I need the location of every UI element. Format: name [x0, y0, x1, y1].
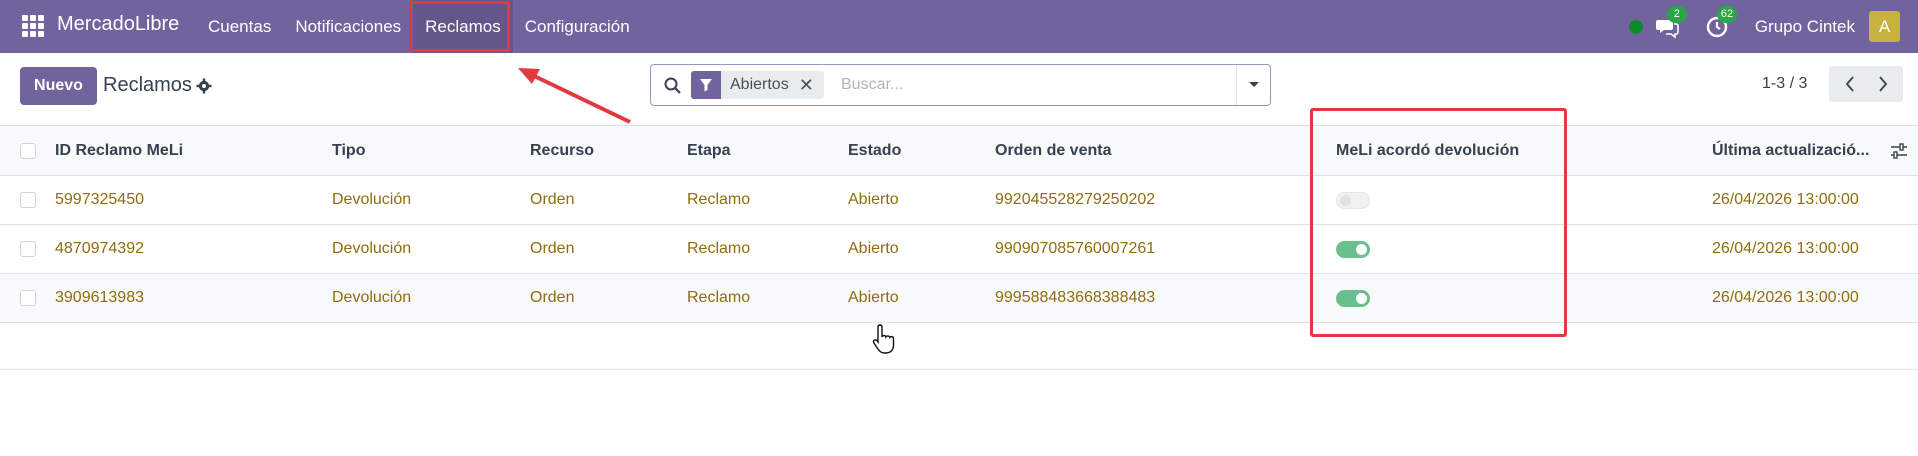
- column-header-actualizacion[interactable]: Última actualizació...: [1712, 126, 1869, 175]
- cell-actualizacion[interactable]: 26/04/2026 13:00:00: [1712, 274, 1859, 322]
- cell-id[interactable]: 3909613983: [55, 274, 144, 322]
- cell-orden[interactable]: 990907085760007261: [995, 225, 1155, 273]
- company-switcher[interactable]: Grupo Cintek: [1755, 17, 1855, 37]
- cell-orden[interactable]: 992045528279250202: [995, 176, 1155, 224]
- cell-actualizacion[interactable]: 26/04/2026 13:00:00: [1712, 225, 1859, 273]
- search-bar: Abiertos ✕: [650, 64, 1271, 106]
- column-header-id[interactable]: ID Reclamo MeLi: [55, 126, 183, 175]
- cell-orden[interactable]: 999588483668388483: [995, 274, 1155, 322]
- messages-badge: 2: [1666, 5, 1687, 23]
- search-input[interactable]: [841, 73, 1241, 97]
- chevron-right-icon: [1878, 76, 1887, 92]
- hand-cursor-icon: [872, 324, 895, 354]
- cell-recurso[interactable]: Orden: [530, 225, 574, 273]
- cell-id[interactable]: 5997325450: [55, 176, 144, 224]
- column-header-etapa[interactable]: Etapa: [687, 126, 731, 175]
- chevron-left-icon: [1845, 76, 1854, 92]
- table-row[interactable]: 5997325450 Devolución Orden Reclamo Abie…: [0, 176, 1918, 225]
- cell-tipo[interactable]: Devolución: [332, 225, 411, 273]
- gear-icon[interactable]: [196, 78, 212, 94]
- cell-etapa[interactable]: Reclamo: [687, 225, 750, 273]
- messages-icon[interactable]: 2: [1655, 5, 1687, 39]
- column-header-estado[interactable]: Estado: [848, 126, 901, 175]
- search-facet: Abiertos ✕: [691, 71, 824, 99]
- table-header: ID Reclamo MeLi Tipo Recurso Etapa Estad…: [0, 126, 1918, 176]
- row-checkbox[interactable]: [20, 192, 36, 208]
- annotation-arrow-icon: [518, 68, 631, 124]
- cell-etapa[interactable]: Reclamo: [687, 274, 750, 322]
- page-title: Reclamos: [103, 74, 192, 96]
- new-button[interactable]: Nuevo: [20, 67, 97, 105]
- apps-menu-icon[interactable]: [22, 15, 44, 37]
- column-header-orden[interactable]: Orden de venta: [995, 126, 1111, 175]
- facet-label: Abiertos: [730, 76, 789, 93]
- facet-close-icon[interactable]: ✕: [799, 75, 824, 96]
- optional-columns-icon[interactable]: [1890, 143, 1908, 159]
- app-brand[interactable]: MercadoLibre: [57, 13, 179, 36]
- column-header-tipo[interactable]: Tipo: [332, 126, 365, 175]
- cell-actualizacion[interactable]: 26/04/2026 13:00:00: [1712, 176, 1859, 224]
- cell-recurso[interactable]: Orden: [530, 274, 574, 322]
- pager-value[interactable]: 1-3 / 3: [1762, 75, 1807, 93]
- filter-icon: [691, 71, 721, 99]
- search-icon[interactable]: [663, 76, 683, 96]
- nav-item-cuentas[interactable]: Cuentas: [196, 0, 283, 53]
- activities-badge: 62: [1716, 5, 1738, 23]
- nav-item-notificaciones[interactable]: Notificaciones: [283, 0, 413, 53]
- cell-estado[interactable]: Abierto: [848, 176, 899, 224]
- cell-tipo[interactable]: Devolución: [332, 274, 411, 322]
- select-all-checkbox[interactable]: [20, 143, 36, 159]
- cell-recurso[interactable]: Orden: [530, 176, 574, 224]
- cell-estado[interactable]: Abierto: [848, 225, 899, 273]
- cell-etapa[interactable]: Reclamo: [687, 176, 750, 224]
- annotation-box-devolucion: [1310, 108, 1567, 337]
- presence-status-icon: [1628, 19, 1643, 34]
- cell-tipo[interactable]: Devolución: [332, 176, 411, 224]
- table-row[interactable]: 3909613983 Devolución Orden Reclamo Abie…: [0, 274, 1918, 323]
- annotation-box-reclamos: [409, 1, 510, 52]
- list-view: ID Reclamo MeLi Tipo Recurso Etapa Estad…: [0, 126, 1918, 370]
- activities-clock-icon[interactable]: 62: [1705, 5, 1738, 39]
- navbar-systray: 2 62 Grupo Cintek A: [1628, 0, 1918, 53]
- nav-item-configuracion[interactable]: Configuración: [513, 0, 642, 53]
- empty-row: [0, 323, 1918, 370]
- cell-estado[interactable]: Abierto: [848, 274, 899, 322]
- row-checkbox[interactable]: [20, 241, 36, 257]
- top-navbar: MercadoLibre Cuentas Notificaciones Recl…: [0, 0, 1918, 53]
- pager-next-button[interactable]: [1862, 66, 1903, 102]
- caret-down-icon: [1248, 82, 1259, 87]
- control-panel: Nuevo Reclamos Abiertos ✕ 1-3 / 3: [0, 53, 1918, 126]
- cell-id[interactable]: 4870974392: [55, 225, 144, 273]
- column-header-recurso[interactable]: Recurso: [530, 126, 594, 175]
- search-options-toggle[interactable]: [1236, 65, 1270, 105]
- row-checkbox[interactable]: [20, 290, 36, 306]
- table-row[interactable]: 4870974392 Devolución Orden Reclamo Abie…: [0, 225, 1918, 274]
- user-avatar[interactable]: A: [1869, 11, 1900, 42]
